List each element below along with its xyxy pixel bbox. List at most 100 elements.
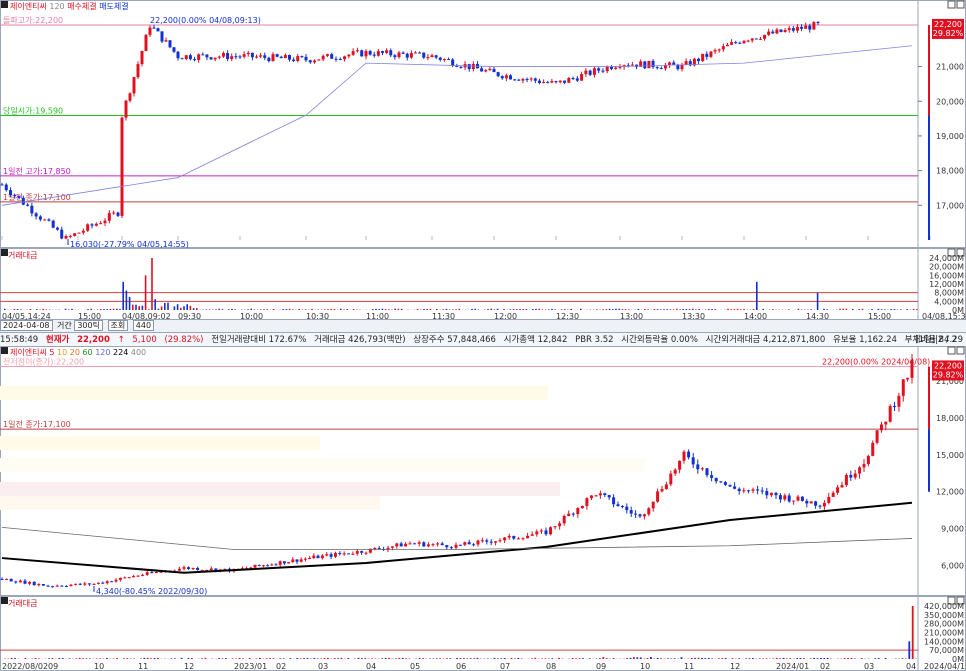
candle [580,505,584,509]
volume-bar [10,657,13,659]
volume-bar [519,308,521,310]
volume-bar [466,658,469,659]
candle [488,68,492,71]
volume-bar [522,309,524,310]
candle [77,232,81,234]
intraday-price-pane: 21,000 20,000 19,000 18,000 17,000 돌파고가:22,20… [0,0,966,248]
query-button[interactable]: 조회 [107,320,129,331]
volume-bar [880,309,883,310]
volume-bar [748,658,751,659]
candle [647,60,651,69]
candle [875,430,879,443]
candle [152,27,156,29]
candle [525,79,529,81]
volume-bar [733,309,736,310]
volume-bar [861,308,864,310]
candle [480,540,484,542]
volume-bar [797,308,800,310]
time-axis-label: 10:30 [306,312,329,320]
candle [182,567,186,569]
volume-bar [714,308,716,310]
tick-count-select[interactable]: 300틱 [74,320,103,331]
volume-bar [418,658,421,659]
candle [642,514,646,517]
candle [413,543,417,545]
mode-label: 거간 [57,321,72,330]
candle [678,460,682,470]
volume-bar [685,308,688,310]
candle [521,538,525,540]
volume-bar [538,308,540,310]
info-change: 5,100 [132,335,157,345]
time-axis-label: 02 [276,662,286,671]
volume-bar [493,309,496,310]
volume-bar [615,308,617,310]
volume-bar [605,309,608,310]
volume-bar [228,309,230,310]
volume-bar [87,309,89,310]
candle [638,514,642,517]
candle [530,534,534,536]
candle [196,567,200,571]
time-axis-label: 04 [366,662,376,671]
candle [180,58,184,60]
volume-bar [180,657,183,659]
volume-bar [151,258,153,310]
volume-bar [779,658,781,659]
time-axis-label: 04 [906,662,916,671]
candle [156,28,160,32]
count-input[interactable]: 440 [132,320,155,331]
time-axis-label: 08 [546,662,556,671]
info-page[interactable]: [1일]|2 / 2 [915,333,957,347]
volume-bar [85,658,88,659]
volume-bar [743,309,745,310]
time-axis-label: 03 [318,662,328,671]
volume-bar [58,658,61,659]
candle [676,64,680,70]
volume-bar [718,658,720,659]
candle [728,484,732,487]
candle [376,51,380,56]
candle [709,51,713,57]
volume-bar [247,309,249,310]
volume-bar [176,304,179,310]
volume-bar [269,658,271,659]
pane-menu-icon [1,1,8,8]
volume-bar [154,299,156,310]
candle [431,544,435,546]
date-select[interactable]: 2024-04-08 [0,320,53,331]
volume-bar [858,309,860,310]
volume-bar [14,658,16,659]
candle [64,236,68,239]
candle [37,584,41,586]
volume-bar [330,308,332,310]
candle [906,377,910,380]
candle [558,80,562,83]
volume-bar [813,657,815,659]
volume-bar [471,308,473,310]
volume-bar [340,657,343,659]
volume-bar [877,308,880,310]
candle [696,464,700,470]
candle [498,540,502,542]
candle [313,60,317,63]
volume-bar [884,658,887,659]
candle [723,482,727,485]
candle [503,537,507,541]
volume-bar [874,658,877,659]
candle [643,61,647,69]
volume-axis-label: 210,000M [924,629,964,638]
volume-bar [911,606,914,659]
candle [99,223,103,225]
candle [598,493,602,496]
volume-bar [429,308,432,310]
volume-bar [782,657,785,659]
volume-bar [4,308,6,310]
candle [858,467,862,474]
candle [176,51,180,59]
volume-bar [582,658,584,659]
volume-bar [852,308,854,310]
volume-bar [51,658,54,659]
legend-stock: 제이엔티씨 [10,348,47,357]
candle [13,194,17,197]
